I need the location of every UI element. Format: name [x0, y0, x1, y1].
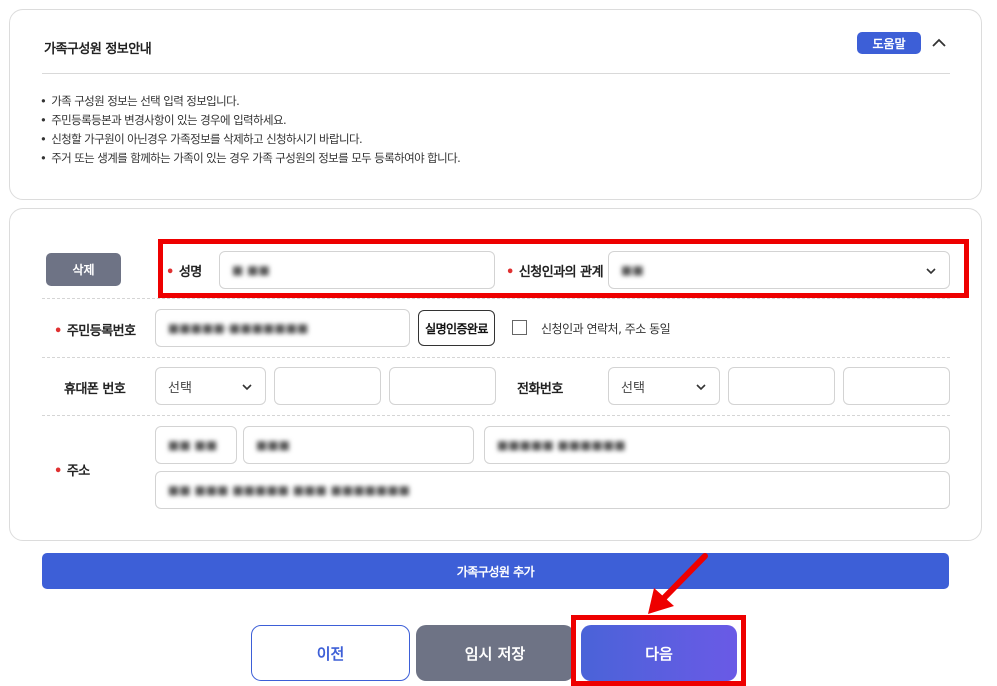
phone-prefix-select[interactable]: 선택: [608, 367, 720, 405]
address-label: • 주소: [54, 464, 90, 479]
row-divider: [42, 298, 950, 299]
relation-select[interactable]: ■■: [608, 251, 950, 289]
arrow-icon: [648, 553, 708, 614]
mobile-last-input[interactable]: [389, 367, 496, 405]
info-divider: [42, 73, 950, 74]
phone-last-input[interactable]: [843, 367, 950, 405]
detail-address-field[interactable]: ■■ ■■■ ■■■■■ ■■■ ■■■■■■■: [155, 471, 950, 509]
mobile-prefix-select[interactable]: 선택: [155, 367, 266, 405]
required-mark: •: [166, 265, 174, 280]
name-field[interactable]: ■ ■■: [219, 251, 495, 289]
info-title: 가족구성원 정보안내: [44, 42, 152, 57]
prev-button[interactable]: 이전: [251, 625, 410, 681]
phone-label: 전화번호: [517, 382, 563, 397]
address-zip: ■■ ■■: [168, 438, 218, 452]
same-as-applicant-checkbox[interactable]: [512, 320, 527, 335]
required-mark: •: [506, 265, 514, 280]
info-note: 주민등록등본과 변경사항이 있는 경우에 입력하세요.: [40, 111, 460, 130]
relation-label: • 신청인과의 관계: [506, 265, 604, 280]
family-info-card: 가족구성원 정보안내 도움말 가족 구성원 정보는 선택 입력 정보입니다. 주…: [9, 9, 982, 200]
info-note: 주거 또는 생계를 함께하는 가족이 있는 경우 가족 구성원의 정보를 모두 …: [40, 149, 461, 168]
info-note: 신청할 가구원이 아닌경우 가족정보를 삭제하고 신청하시기 바랍니다.: [40, 130, 460, 149]
delete-button[interactable]: 삭제: [46, 253, 121, 286]
rrn-field[interactable]: ■■■■■-■■■■■■■: [155, 309, 410, 347]
temp-save-button[interactable]: 임시 저장: [416, 625, 574, 681]
chevron-down-icon: [696, 384, 706, 391]
chevron-down-icon: [926, 268, 936, 275]
phone-prefix-value: 선택: [621, 380, 645, 396]
rrn-label: • 주민등록번호: [54, 324, 136, 339]
verify-name-button[interactable]: 실명인증완료: [418, 310, 495, 346]
row-divider: [42, 357, 950, 358]
chevron-up-icon[interactable]: [930, 34, 948, 52]
add-family-member-button[interactable]: 가족구성원 추가: [42, 553, 949, 589]
address-detail: ■■ ■■■ ■■■■■ ■■■ ■■■■■■■: [168, 483, 411, 497]
phone-middle-input[interactable]: [728, 367, 835, 405]
family-member-form: 삭제 • 성명 ■ ■■ • 신청인과의 관계 ■■ • 주민등록번호 ■■■■■-■…: [9, 208, 982, 541]
chevron-down-icon: [242, 384, 252, 391]
address-code: ■■■: [256, 438, 291, 452]
required-mark: •: [54, 464, 62, 479]
info-notes: 가족 구성원 정보는 선택 입력 정보입니다. 주민등록등본과 변경사항이 있는…: [40, 92, 461, 168]
relation-value: ■■: [621, 263, 644, 277]
road-address-field[interactable]: ■■■■■ ■■■■■■: [484, 426, 950, 464]
row-divider: [42, 415, 950, 416]
mobile-label: 휴대폰 번호: [64, 382, 126, 397]
required-mark: •: [54, 324, 62, 339]
same-as-applicant-label: 신청인과 연락처, 주소 동일: [541, 322, 671, 336]
next-button[interactable]: 다음: [581, 625, 737, 681]
mobile-prefix-value: 선택: [168, 380, 192, 396]
name-value: ■ ■■: [232, 263, 270, 277]
mobile-middle-input[interactable]: [274, 367, 381, 405]
address-road: ■■■■■ ■■■■■■: [497, 438, 626, 452]
help-button[interactable]: 도움말: [857, 32, 921, 54]
info-note: 가족 구성원 정보는 선택 입력 정보입니다.: [40, 92, 460, 111]
zipcode-field[interactable]: ■■■: [243, 426, 474, 464]
rrn-value: ■■■■■-■■■■■■■: [168, 321, 309, 335]
zip-search-button[interactable]: ■■ ■■: [155, 426, 237, 464]
name-label: • 성명: [166, 265, 202, 280]
